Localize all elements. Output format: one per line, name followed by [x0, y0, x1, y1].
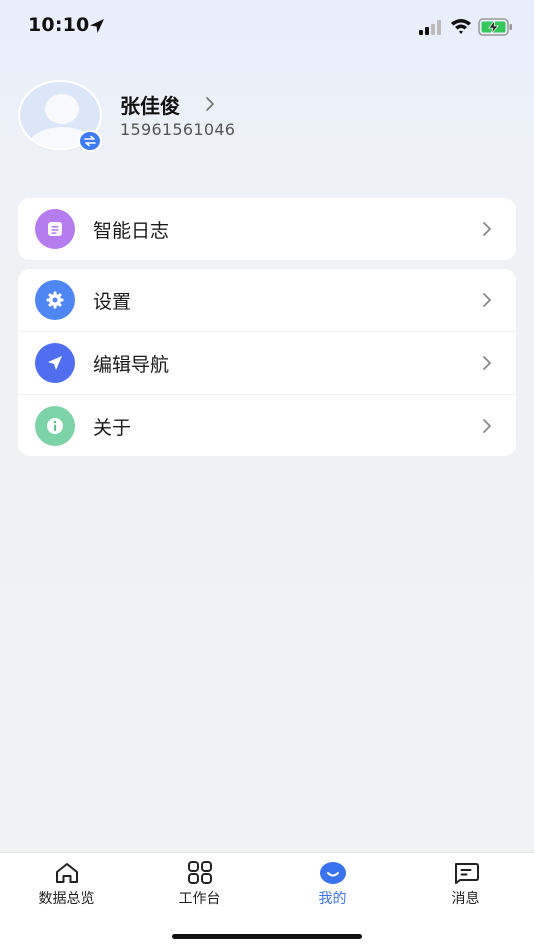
grid-icon: [188, 861, 212, 884]
menu-item-label: 关于: [93, 417, 132, 439]
home-indicator[interactable]: [172, 934, 362, 939]
tab-label: 消息: [451, 891, 480, 907]
status-time: 10:10: [28, 14, 90, 36]
tab-workbench[interactable]: 工作台: [133, 853, 266, 913]
tab-label: 我的: [318, 891, 347, 907]
chevron-right-icon: [483, 222, 491, 236]
navigation-arrow-icon: [35, 343, 75, 383]
status-bar: 10:10: [0, 0, 534, 54]
menu-item-smart-log[interactable]: 智能日志: [18, 198, 516, 260]
home-icon: [56, 863, 78, 883]
wifi-icon: [451, 19, 471, 34]
tab-mine[interactable]: 我的: [266, 853, 399, 913]
chevron-right-icon: [483, 356, 491, 370]
menu-item-label: 设置: [93, 291, 132, 313]
user-name[interactable]: 张佳俊: [120, 90, 180, 119]
menu-item-label: 智能日志: [93, 220, 170, 242]
smile-icon: [320, 862, 346, 884]
switch-account-icon[interactable]: [78, 130, 102, 152]
tab-messages[interactable]: 消息: [399, 853, 532, 913]
menu-item-settings[interactable]: 设置: [18, 269, 516, 331]
gear-icon: [35, 280, 75, 320]
tab-data-overview[interactable]: 数据总览: [0, 853, 133, 913]
chevron-right-icon: [483, 293, 491, 307]
info-icon: [35, 406, 75, 446]
menu-card-general: 设置 编辑导航 关于: [18, 269, 516, 456]
chevron-right-icon: [483, 419, 491, 433]
tab-label: 数据总览: [38, 891, 95, 907]
user-phone: 15961561046: [120, 120, 236, 139]
menu-item-label: 编辑导航: [93, 354, 170, 376]
notebook-icon: [35, 209, 75, 249]
menu-card-logs: 智能日志: [18, 198, 516, 260]
location-arrow-icon: [90, 19, 104, 33]
tab-label: 工作台: [178, 891, 221, 907]
profile-header[interactable]: 张佳俊 15961561046: [18, 80, 518, 154]
chevron-right-icon[interactable]: [204, 96, 216, 112]
message-icon: [455, 863, 479, 884]
cellular-signal-icon: [419, 20, 441, 35]
battery-charging-icon: [478, 18, 512, 36]
menu-item-about[interactable]: 关于: [18, 394, 516, 457]
menu-item-edit-navigation[interactable]: 编辑导航: [18, 331, 516, 394]
